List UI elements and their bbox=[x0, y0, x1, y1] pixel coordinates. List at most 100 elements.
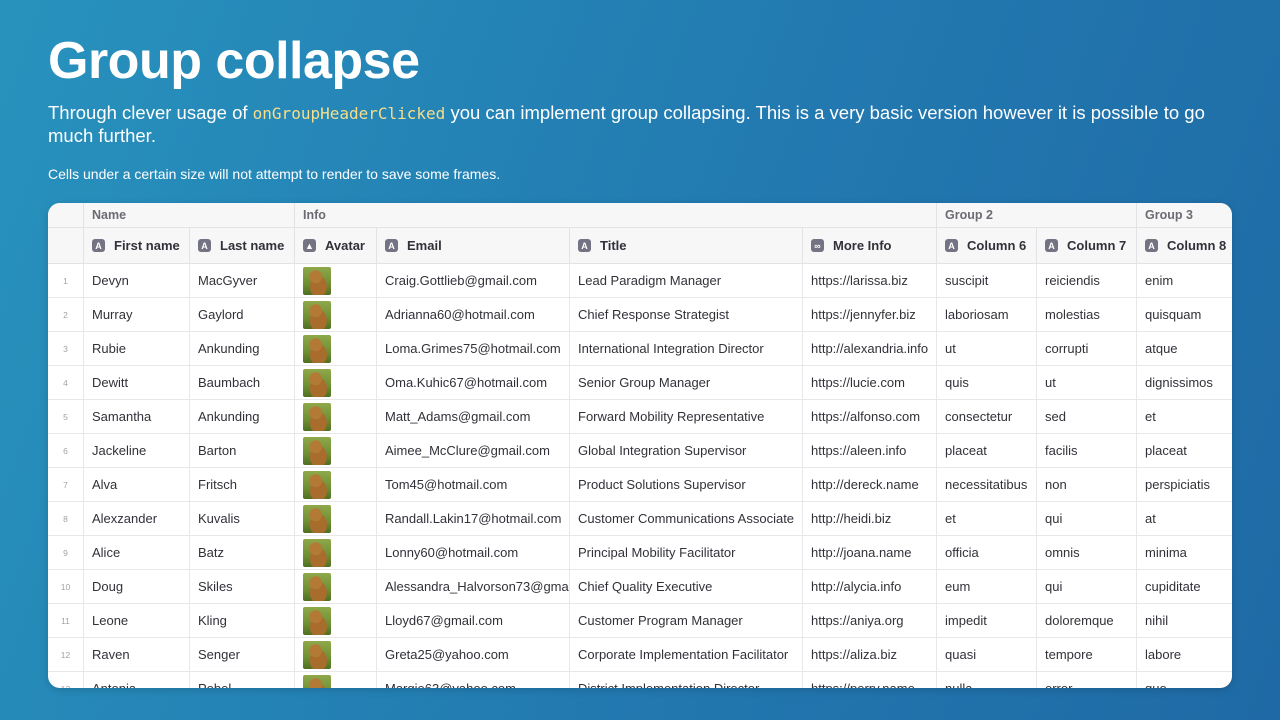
table-row[interactable]: 9 Alice Batz Lonny60@hotmail.com Principal M… bbox=[48, 536, 1232, 570]
cell-avatar[interactable] bbox=[295, 570, 377, 604]
cell-column-8[interactable]: labore bbox=[1137, 638, 1232, 672]
cell-last[interactable]: Fritsch bbox=[190, 468, 295, 502]
cell-avatar[interactable] bbox=[295, 434, 377, 468]
cell-column-7[interactable]: tempore bbox=[1037, 638, 1137, 672]
cell-more-info[interactable]: http://alycia.info bbox=[803, 570, 937, 604]
table-row[interactable]: 11 Leone Kling Lloyd67@gmail.com Customer Pr… bbox=[48, 604, 1232, 638]
table-row[interactable]: 8 Alexzander Kuvalis Randall.Lakin17@hotmai… bbox=[48, 502, 1232, 536]
cell-column-6[interactable]: ut bbox=[937, 332, 1037, 366]
cell-column-7[interactable]: doloremque bbox=[1037, 604, 1137, 638]
cell-column-7[interactable]: error bbox=[1037, 672, 1137, 688]
cell-avatar[interactable] bbox=[295, 536, 377, 570]
cell-email[interactable]: Alessandra_Halvorson73@gmail.com bbox=[377, 570, 570, 604]
cell-last[interactable]: Senger bbox=[190, 638, 295, 672]
cell-title[interactable]: International Integration Director bbox=[570, 332, 803, 366]
cell-last[interactable]: MacGyver bbox=[190, 264, 295, 298]
group-header-info[interactable]: Info bbox=[295, 203, 937, 228]
table-row[interactable]: 2 Murray Gaylord Adrianna60@hotmail.com Chie… bbox=[48, 298, 1232, 332]
table-row[interactable]: 1 Devyn MacGyver Craig.Gottlieb@gmail.com Le… bbox=[48, 264, 1232, 298]
cell-email[interactable]: Matt_Adams@gmail.com bbox=[377, 400, 570, 434]
column-header-avatar[interactable]: ▲ Avatar bbox=[295, 228, 377, 264]
cell-column-7[interactable]: molestias bbox=[1037, 298, 1137, 332]
cell-column-8[interactable]: cupiditate bbox=[1137, 570, 1232, 604]
cell-email[interactable]: Oma.Kuhic67@hotmail.com bbox=[377, 366, 570, 400]
cell-column-6[interactable]: laboriosam bbox=[937, 298, 1037, 332]
column-header-email[interactable]: A Email bbox=[377, 228, 570, 264]
cell-title[interactable]: Chief Response Strategist bbox=[570, 298, 803, 332]
cell-column-6[interactable]: officia bbox=[937, 536, 1037, 570]
cell-column-7[interactable]: omnis bbox=[1037, 536, 1137, 570]
cell-column-6[interactable]: necessitatibus bbox=[937, 468, 1037, 502]
cell-last[interactable]: Barton bbox=[190, 434, 295, 468]
cell-email[interactable]: Tom45@hotmail.com bbox=[377, 468, 570, 502]
cell-first[interactable]: Leone bbox=[84, 604, 190, 638]
cell-title[interactable]: Product Solutions Supervisor bbox=[570, 468, 803, 502]
cell-column-7[interactable]: ut bbox=[1037, 366, 1137, 400]
cell-title[interactable]: Senior Group Manager bbox=[570, 366, 803, 400]
table-row[interactable]: 13AntoniaPobel Margie63@yahoo.comDistrict… bbox=[48, 672, 1232, 688]
column-header-last-name[interactable]: A Last name bbox=[190, 228, 295, 264]
cell-column-7[interactable]: reiciendis bbox=[1037, 264, 1137, 298]
cell-email[interactable]: Aimee_McClure@gmail.com bbox=[377, 434, 570, 468]
cell-email[interactable]: Margie63@yahoo.com bbox=[377, 672, 570, 688]
group-header-group-2[interactable]: Group 2 bbox=[937, 203, 1137, 228]
cell-last[interactable]: Batz bbox=[190, 536, 295, 570]
cell-avatar[interactable] bbox=[295, 400, 377, 434]
cell-more-info[interactable]: https://aleen.info bbox=[803, 434, 937, 468]
cell-first[interactable]: Raven bbox=[84, 638, 190, 672]
cell-email[interactable]: Lonny60@hotmail.com bbox=[377, 536, 570, 570]
cell-title[interactable]: Chief Quality Executive bbox=[570, 570, 803, 604]
cell-first[interactable]: Rubie bbox=[84, 332, 190, 366]
table-row[interactable]: 6 Jackeline Barton Aimee_McClure@gmail.com G… bbox=[48, 434, 1232, 468]
cell-first[interactable]: Alexzander bbox=[84, 502, 190, 536]
cell-first[interactable]: Doug bbox=[84, 570, 190, 604]
column-header-column-6[interactable]: A Column 6 bbox=[937, 228, 1037, 264]
table-row[interactable]: 3 Rubie Ankunding Loma.Grimes75@hotmail.com… bbox=[48, 332, 1232, 366]
cell-column-6[interactable]: quasi bbox=[937, 638, 1037, 672]
cell-avatar[interactable] bbox=[295, 264, 377, 298]
cell-email[interactable]: Lloyd67@gmail.com bbox=[377, 604, 570, 638]
data-grid[interactable]: Name Info Group 2 Group 3 A First name A Last n… bbox=[48, 203, 1232, 688]
cell-first[interactable]: Alice bbox=[84, 536, 190, 570]
cell-email[interactable]: Adrianna60@hotmail.com bbox=[377, 298, 570, 332]
cell-more-info[interactable]: http://alexandria.info bbox=[803, 332, 937, 366]
cell-column-7[interactable]: corrupti bbox=[1037, 332, 1137, 366]
cell-column-8[interactable]: nihil bbox=[1137, 604, 1232, 638]
cell-more-info[interactable]: http://dereck.name bbox=[803, 468, 937, 502]
cell-last[interactable]: Gaylord bbox=[190, 298, 295, 332]
cell-more-info[interactable]: https://aliza.biz bbox=[803, 638, 937, 672]
cell-avatar[interactable] bbox=[295, 468, 377, 502]
cell-email[interactable]: Randall.Lakin17@hotmail.com bbox=[377, 502, 570, 536]
cell-column-7[interactable]: sed bbox=[1037, 400, 1137, 434]
cell-column-6[interactable]: consectetur bbox=[937, 400, 1037, 434]
cell-more-info[interactable]: https://lucie.com bbox=[803, 366, 937, 400]
cell-more-info[interactable]: https://larissa.biz bbox=[803, 264, 937, 298]
cell-column-6[interactable]: nulla bbox=[937, 672, 1037, 688]
cell-column-8[interactable]: at bbox=[1137, 502, 1232, 536]
cell-title[interactable]: Customer Communications Associate bbox=[570, 502, 803, 536]
cell-column-7[interactable]: facilis bbox=[1037, 434, 1137, 468]
cell-last[interactable]: Pobel bbox=[190, 672, 295, 688]
table-row[interactable]: 7 Alva Fritsch Tom45@hotmail.com Product Sol… bbox=[48, 468, 1232, 502]
cell-column-8[interactable]: dignissimos bbox=[1137, 366, 1232, 400]
cell-more-info[interactable]: https://perry.name bbox=[803, 672, 937, 688]
cell-column-6[interactable]: placeat bbox=[937, 434, 1037, 468]
cell-column-6[interactable]: impedit bbox=[937, 604, 1037, 638]
cell-avatar[interactable] bbox=[295, 298, 377, 332]
cell-last[interactable]: Kling bbox=[190, 604, 295, 638]
cell-last[interactable]: Baumbach bbox=[190, 366, 295, 400]
cell-first[interactable]: Alva bbox=[84, 468, 190, 502]
cell-column-7[interactable]: qui bbox=[1037, 502, 1137, 536]
cell-column-8[interactable]: perspiciatis bbox=[1137, 468, 1232, 502]
cell-avatar[interactable] bbox=[295, 502, 377, 536]
cell-last[interactable]: Ankunding bbox=[190, 332, 295, 366]
cell-column-6[interactable]: eum bbox=[937, 570, 1037, 604]
cell-first[interactable]: Antonia bbox=[84, 672, 190, 688]
cell-title[interactable]: Principal Mobility Facilitator bbox=[570, 536, 803, 570]
group-header-name[interactable]: Name bbox=[84, 203, 295, 228]
table-row[interactable]: 12 Raven Senger Greta25@yahoo.com Corporate … bbox=[48, 638, 1232, 672]
cell-column-6[interactable]: suscipit bbox=[937, 264, 1037, 298]
cell-column-6[interactable]: et bbox=[937, 502, 1037, 536]
cell-title[interactable]: Customer Program Manager bbox=[570, 604, 803, 638]
cell-avatar[interactable] bbox=[295, 672, 377, 688]
